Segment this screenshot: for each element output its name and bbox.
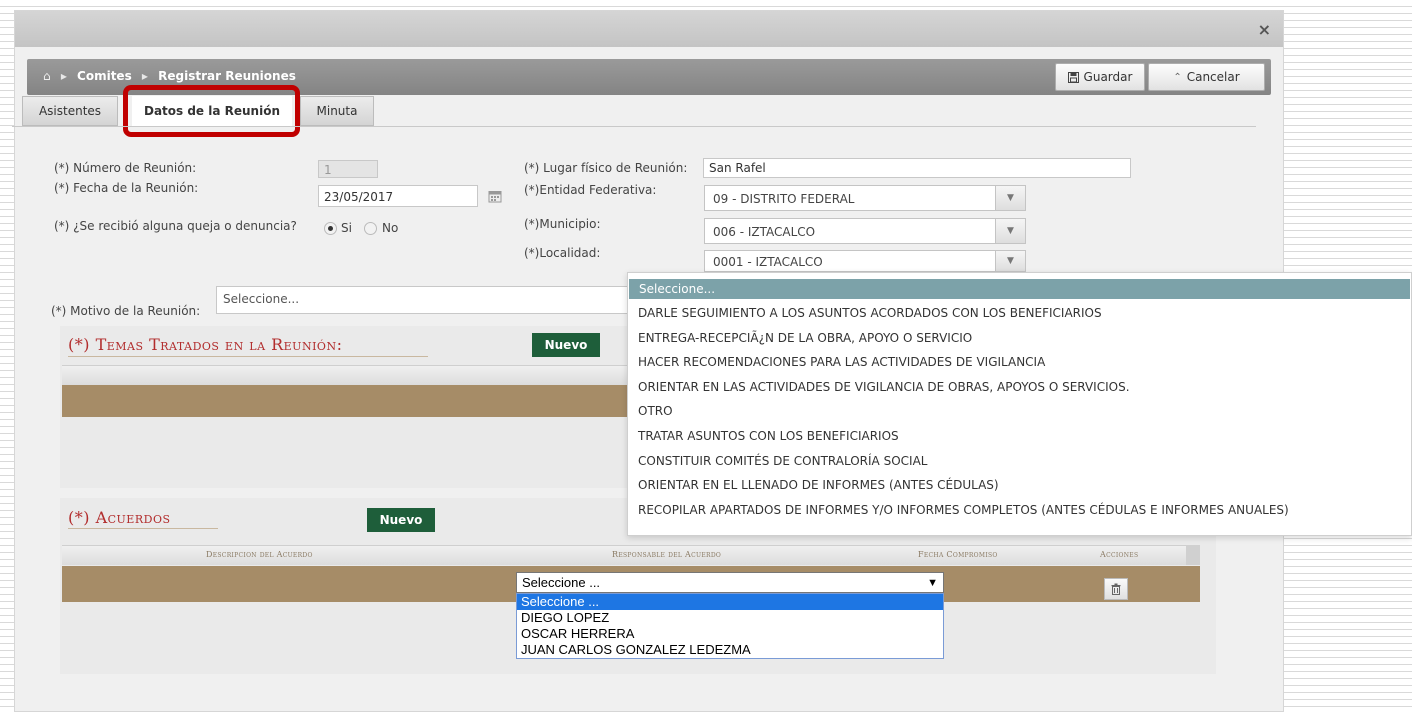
radio-no[interactable] <box>364 221 377 235</box>
motivo-option[interactable]: CONSTITUIR COMITÉS DE CONTRALORÍA SOCIAL <box>628 449 1411 474</box>
motivo-option[interactable]: Seleccione... <box>629 279 1410 299</box>
responsable-option[interactable]: DIEGO LOPEZ <box>517 610 943 626</box>
municipio-select[interactable]: 006 - IZTACALCO <box>704 218 996 244</box>
cancel-button[interactable]: ⌃ Cancelar <box>1148 63 1265 91</box>
save-label: Guardar <box>1083 70 1133 84</box>
breadcrumb-item-registrar-reuniones: Registrar Reuniones <box>158 69 296 83</box>
modal-titlebar: × <box>15 11 1283 47</box>
table-scrollbar[interactable] <box>1186 545 1200 565</box>
col-acciones: Acciones <box>1100 550 1139 559</box>
breadcrumb-bar: ⌂ ▸ Comites ▸ Registrar Reuniones Guarda… <box>27 59 1271 95</box>
temas-title-underline <box>68 356 428 357</box>
tabs-divider <box>12 126 1256 127</box>
responsable-option[interactable]: OSCAR HERRERA <box>517 626 943 642</box>
delete-button[interactable] <box>1104 578 1128 600</box>
localidad-label: (*)Localidad: <box>524 246 601 260</box>
acuerdos-section-title: (*) Acuerdos <box>68 508 171 527</box>
breadcrumb-item-comites[interactable]: Comites <box>77 69 132 83</box>
temas-table-header <box>62 365 628 385</box>
motivo-option[interactable]: ORIENTAR EN LAS ACTIVIDADES DE VIGILANCI… <box>628 375 1411 400</box>
tab-datos-de-la-reunion[interactable]: Datos de la Reunión <box>132 96 292 126</box>
motivo-reunion-label: (*) Motivo de la Reunión: <box>51 304 201 318</box>
breadcrumb: ⌂ ▸ Comites ▸ Registrar Reuniones <box>43 69 296 83</box>
acuerdos-new-button[interactable]: Nuevo <box>367 508 435 532</box>
queja-denuncia-label: (*) ¿Se recibió alguna queja o denuncia? <box>54 219 297 233</box>
tab-minuta[interactable]: Minuta <box>300 96 374 126</box>
fecha-reunion-label: (*) Fecha de la Reunión: <box>54 181 199 195</box>
save-button[interactable]: Guardar <box>1055 63 1145 91</box>
queja-si-option[interactable]: Si <box>324 221 352 235</box>
responsable-select[interactable]: Seleccione ... ▼ <box>516 572 944 593</box>
tab-asistentes[interactable]: Asistentes <box>22 96 118 126</box>
queja-no-option[interactable]: No <box>364 221 398 235</box>
entidad-federativa-select[interactable]: 09 - DISTRITO FEDERAL <box>704 185 996 211</box>
motivo-option[interactable]: ORIENTAR EN EL LLENADO DE INFORMES (ANTE… <box>628 473 1411 498</box>
motivo-reunion-select[interactable]: Seleccione... <box>216 286 628 314</box>
municipio-label: (*)Municipio: <box>524 217 601 231</box>
motivo-option[interactable]: RECOPILAR APARTADOS DE INFORMES Y/O INFO… <box>628 498 1411 523</box>
home-icon[interactable]: ⌂ <box>43 69 51 83</box>
motivo-dropdown-list: Seleccione... DARLE SEGUIMIENTO A LOS AS… <box>627 272 1412 536</box>
motivo-option[interactable]: TRATAR ASUNTOS CON LOS BENEFICIARIOS <box>628 424 1411 449</box>
trash-icon <box>1111 583 1121 595</box>
floppy-icon <box>1067 71 1079 83</box>
temas-table-row <box>62 385 628 417</box>
responsable-option[interactable]: Seleccione ... <box>517 594 943 610</box>
radio-si-label: Si <box>341 221 352 235</box>
acuerdos-title-underline <box>68 528 218 529</box>
responsable-dropdown-list: Seleccione ... DIEGO LOPEZ OSCAR HERRERA… <box>516 593 944 659</box>
fecha-reunion-field[interactable]: 23/05/2017 <box>318 185 478 207</box>
chevron-up-icon: ⌃ <box>1173 71 1182 83</box>
breadcrumb-separator: ▸ <box>141 69 148 83</box>
lugar-reunion-label: (*) Lugar físico de Reunión: <box>524 161 688 175</box>
responsable-option[interactable]: JUAN CARLOS GONZALEZ LEDEZMA <box>517 642 943 658</box>
motivo-option[interactable]: HACER RECOMENDACIONES PARA LAS ACTIVIDAD… <box>628 350 1411 375</box>
radio-no-label: No <box>382 221 399 235</box>
numero-reunion-label: (*) Número de Reunión: <box>54 161 197 175</box>
col-fecha-compromiso: Fecha Compromiso <box>918 550 998 559</box>
cancel-label: Cancelar <box>1186 70 1240 84</box>
chevron-down-icon[interactable]: ▼ <box>996 185 1026 211</box>
temas-section-title: (*) Temas Tratados en la Reunión: <box>68 335 343 354</box>
temas-new-button[interactable]: Nuevo <box>532 333 600 357</box>
col-responsable-acuerdo: Responsable del Acuerdo <box>612 550 722 559</box>
motivo-option[interactable]: DARLE SEGUIMIENTO A LOS ASUNTOS ACORDADO… <box>628 301 1411 326</box>
radio-si[interactable] <box>324 221 337 235</box>
localidad-select[interactable]: 0001 - IZTACALCO <box>704 250 996 272</box>
col-descripcion-acuerdo: Descripcion del Acuerdo <box>206 550 313 559</box>
lugar-reunion-field[interactable]: San Rafel <box>703 158 1131 178</box>
motivo-option[interactable]: OTRO <box>628 399 1411 424</box>
caret-down-icon: ▼ <box>927 576 938 589</box>
chevron-down-icon[interactable]: ▼ <box>996 250 1026 272</box>
entidad-federativa-label: (*)Entidad Federativa: <box>524 183 657 197</box>
close-icon[interactable]: × <box>1258 20 1271 39</box>
numero-reunion-field: 1 <box>318 160 378 178</box>
calendar-icon[interactable] <box>488 189 502 203</box>
motivo-option[interactable]: ENTREGA-RECEPCIÃ¿N DE LA OBRA, APOYO O S… <box>628 326 1411 351</box>
breadcrumb-separator: ▸ <box>60 69 67 83</box>
responsable-select-value: Seleccione ... <box>522 575 601 590</box>
chevron-down-icon[interactable]: ▼ <box>996 218 1026 244</box>
